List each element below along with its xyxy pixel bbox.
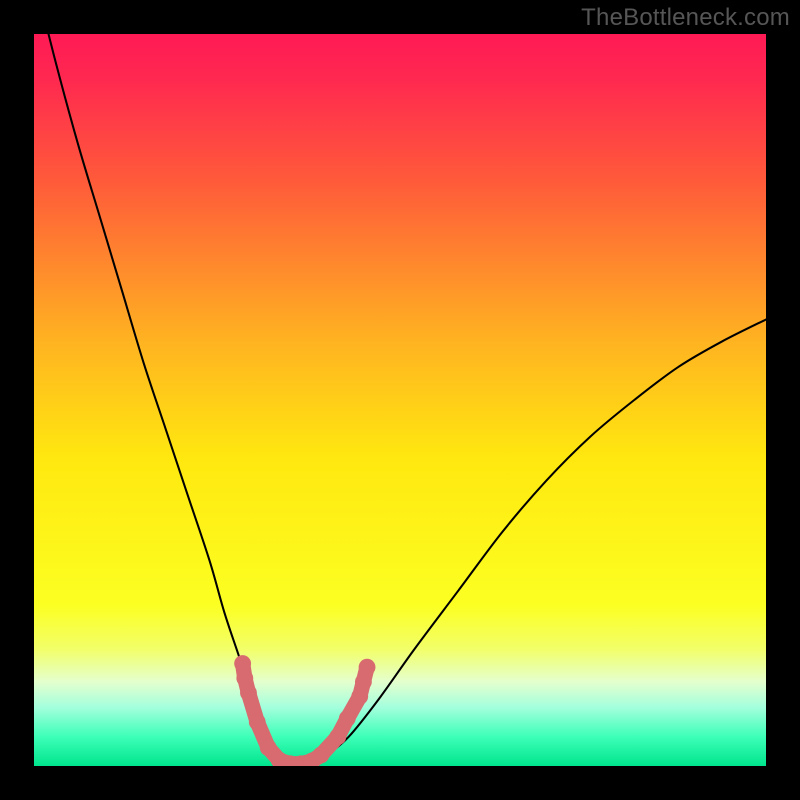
plot-area bbox=[34, 34, 766, 766]
curve-layer bbox=[34, 34, 766, 766]
optimal-marker bbox=[240, 684, 257, 701]
optimal-marker bbox=[329, 728, 346, 745]
optimal-marker bbox=[359, 659, 376, 676]
chart-frame: TheBottleneck.com bbox=[0, 0, 800, 800]
optimal-marker bbox=[249, 714, 266, 731]
bottleneck-curve bbox=[34, 34, 766, 766]
optimal-marker bbox=[339, 710, 356, 727]
optimal-marker bbox=[351, 688, 368, 705]
optimal-marker bbox=[234, 655, 251, 672]
watermark-text: TheBottleneck.com bbox=[581, 4, 790, 32]
optimal-marker bbox=[236, 670, 253, 687]
optimal-marker bbox=[355, 673, 372, 690]
optimal-marker bbox=[313, 747, 330, 764]
optimal-marker-group bbox=[234, 655, 375, 766]
